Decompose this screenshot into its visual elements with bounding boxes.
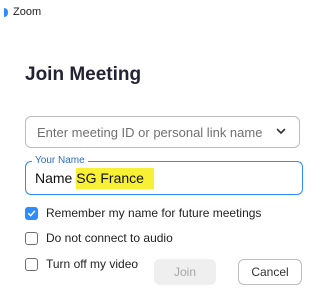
title-bar: Zoom (0, 0, 305, 22)
dialog-heading: Join Meeting (25, 64, 142, 85)
meeting-id-combobox[interactable]: Enter meeting ID or personal link name (25, 116, 300, 148)
no-audio-option[interactable]: Do not connect to audio (25, 231, 173, 245)
your-name-label: Your Name (32, 155, 88, 167)
name-prefix: Name (35, 170, 73, 186)
window-title: Zoom (13, 6, 42, 18)
video-off-checkbox[interactable] (25, 257, 38, 271)
video-off-label: Turn off my video (46, 257, 139, 271)
your-name-field[interactable]: Your Name Name SG France (25, 155, 303, 195)
your-name-value: Name SG France (35, 168, 154, 189)
zoom-logo-icon (4, 8, 8, 17)
remember-name-checkbox[interactable] (25, 206, 38, 220)
meeting-id-placeholder: Enter meeting ID or personal link name (37, 125, 263, 140)
highlighted-name: SG France (76, 168, 154, 189)
video-off-option[interactable]: Turn off my video (25, 257, 138, 271)
remember-name-option[interactable]: Remember my name for future meetings (25, 206, 261, 220)
remember-name-label: Remember my name for future meetings (46, 206, 262, 220)
join-button[interactable]: Join (154, 259, 216, 285)
chevron-down-icon[interactable] (275, 125, 287, 137)
no-audio-label: Do not connect to audio (46, 231, 173, 245)
cancel-button[interactable]: Cancel (238, 259, 302, 285)
checkmark-icon (27, 210, 36, 216)
no-audio-checkbox[interactable] (25, 231, 38, 245)
